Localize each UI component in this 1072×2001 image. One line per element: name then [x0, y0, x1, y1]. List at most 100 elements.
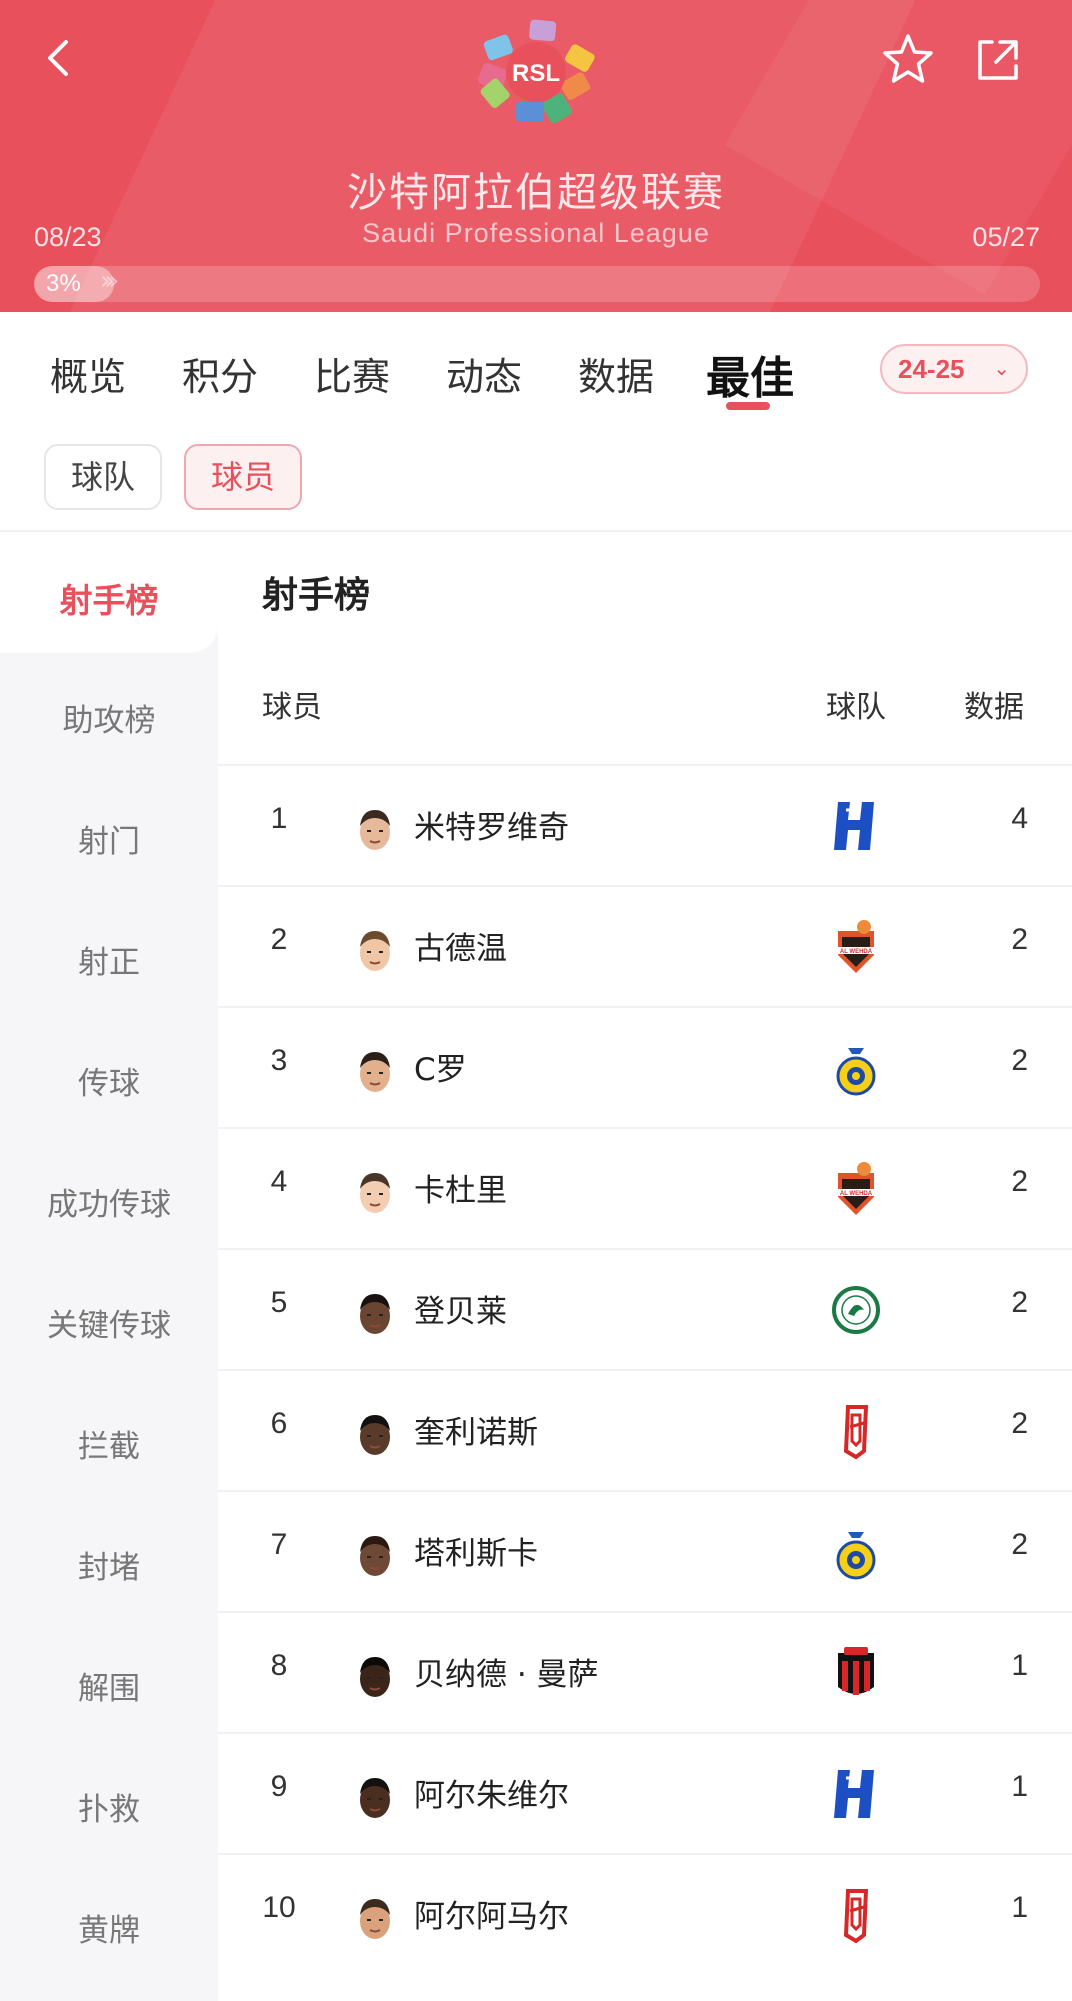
- sidebar-item-saves[interactable]: 扑救: [0, 1784, 218, 1829]
- player-rank: 5: [270, 1286, 288, 1319]
- league-title: 沙特阿拉伯超级联赛: [347, 170, 725, 216]
- league-subtitle: Saudi Professional League: [362, 218, 710, 248]
- table-row[interactable]: 2 古德温 AL WEHDA 2: [218, 885, 1072, 1006]
- player-avatar: [354, 1772, 396, 1822]
- stat-value: 2: [1011, 1286, 1028, 1319]
- sidebar-item-successful-passes[interactable]: 成功传球: [0, 1179, 218, 1224]
- team-badge-al-riyadh[interactable]: [830, 1643, 882, 1703]
- tab-standings[interactable]: 积分: [182, 346, 258, 401]
- team-badge-al-qadsiah[interactable]: [830, 1885, 882, 1945]
- stat-value: 1: [1011, 1891, 1028, 1924]
- column-header-player: 球员: [262, 690, 322, 725]
- player-name[interactable]: 塔利斯卡: [414, 1528, 538, 1573]
- stat-value: 1: [1011, 1770, 1028, 1803]
- sidebar-item-passes[interactable]: 传球: [0, 1058, 218, 1103]
- column-header-value: 数据: [964, 690, 1024, 725]
- svg-text:RSL: RSL: [512, 60, 560, 87]
- player-avatar: [354, 1409, 396, 1459]
- stat-value: 4: [1011, 802, 1028, 835]
- team-badge-al-nassr[interactable]: [830, 1522, 882, 1582]
- table-row[interactable]: 3 C罗 2: [218, 1006, 1072, 1127]
- player-avatar: [354, 1288, 396, 1338]
- league-header: RSL 沙特阿拉伯超级联赛 Saudi Professional League …: [0, 0, 1072, 312]
- player-name[interactable]: 阿尔朱维尔: [414, 1770, 569, 1815]
- stat-value: 1: [1011, 1649, 1028, 1682]
- sidebar-item-goals[interactable]: 射手榜: [0, 574, 218, 622]
- player-rank: 8: [270, 1649, 288, 1682]
- tab-matches[interactable]: 比赛: [314, 346, 390, 401]
- tab-stats[interactable]: 数据: [578, 346, 654, 401]
- player-name[interactable]: 古德温: [414, 923, 507, 968]
- section-title: 射手榜: [262, 575, 371, 616]
- player-avatar: [354, 1530, 396, 1580]
- season-end-date: 05/27: [972, 222, 1040, 252]
- player-name[interactable]: 卡杜里: [414, 1165, 507, 1210]
- team-badge-ettifaq[interactable]: [830, 1280, 882, 1340]
- season-selector[interactable]: 24-25 ⌄: [880, 344, 1028, 394]
- player-rank: 2: [270, 923, 288, 956]
- stat-value: 2: [1011, 1407, 1028, 1440]
- sidebar-item-shots[interactable]: 射门: [0, 816, 218, 861]
- player-avatar: [354, 1046, 396, 1096]
- tab-overview[interactable]: 概览: [50, 346, 126, 401]
- table-row[interactable]: 4 卡杜里 AL WEHDA 2: [218, 1127, 1072, 1248]
- stat-value: 2: [1011, 1165, 1028, 1198]
- team-badge-al-hilal[interactable]: [830, 796, 882, 856]
- subtab-player[interactable]: 球员: [184, 444, 302, 510]
- sidebar-item-shots-on-target[interactable]: 射正: [0, 937, 218, 982]
- player-rank: 3: [270, 1044, 288, 1077]
- team-badge-al-wehda[interactable]: AL WEHDA: [830, 917, 882, 977]
- player-name[interactable]: C罗: [414, 1044, 467, 1089]
- svg-text:AL WEHDA: AL WEHDA: [840, 949, 873, 955]
- table-row[interactable]: 1 米特罗维奇 4: [218, 764, 1072, 885]
- stat-value: 2: [1011, 1528, 1028, 1561]
- table-row[interactable]: 9 阿尔朱维尔 1: [218, 1732, 1072, 1853]
- team-badge-al-nassr[interactable]: [830, 1038, 882, 1098]
- sidebar-item-interceptions[interactable]: 拦截: [0, 1421, 218, 1466]
- svg-text:AL WEHDA: AL WEHDA: [840, 1191, 873, 1197]
- player-rank: 1: [270, 802, 288, 835]
- player-name[interactable]: 登贝莱: [414, 1286, 507, 1331]
- tab-best[interactable]: 最佳: [706, 342, 794, 406]
- share-icon[interactable]: [970, 32, 1026, 88]
- sidebar-item-blocks[interactable]: 封堵: [0, 1542, 218, 1587]
- sidebar-item-key-passes[interactable]: 关键传球: [0, 1300, 218, 1345]
- table-row[interactable]: 6 奎利诺斯 2: [218, 1369, 1072, 1490]
- stat-value: 2: [1011, 1044, 1028, 1077]
- table-row[interactable]: 7 塔利斯卡 2: [218, 1490, 1072, 1611]
- player-name[interactable]: 奎利诺斯: [414, 1407, 538, 1452]
- table-row[interactable]: 5 登贝莱 2: [218, 1248, 1072, 1369]
- player-name[interactable]: 米特罗维奇: [414, 802, 569, 847]
- progress-arrows-icon: ›››: [100, 266, 119, 296]
- subtab-team[interactable]: 球队: [44, 444, 162, 510]
- player-rank: 10: [262, 1891, 296, 1924]
- player-rank: 4: [270, 1165, 288, 1198]
- tab-news[interactable]: 动态: [446, 346, 522, 401]
- team-badge-al-hilal[interactable]: [830, 1764, 882, 1824]
- player-name[interactable]: 贝纳德 · 曼萨: [414, 1649, 599, 1694]
- stat-category-sidebar: [0, 532, 218, 2001]
- chevron-down-icon: ⌄: [993, 358, 1010, 380]
- season-label: 24-25: [898, 354, 965, 384]
- player-rank: 7: [270, 1528, 288, 1561]
- column-header-team: 球队: [826, 690, 886, 725]
- progress-label: 3%: [46, 270, 81, 297]
- season-start-date: 08/23: [34, 222, 102, 252]
- active-tab-indicator: [726, 402, 770, 410]
- sidebar-item-clearances[interactable]: 解围: [0, 1663, 218, 1708]
- season-progress-bar: 3% ›››: [34, 266, 1040, 302]
- chevron-left-icon[interactable]: [38, 36, 82, 80]
- table-row[interactable]: 10 阿尔阿马尔 1: [218, 1853, 1072, 1974]
- player-avatar: [354, 1651, 396, 1701]
- league-logo: RSL: [478, 19, 595, 124]
- table-row[interactable]: 8 贝纳德 · 曼萨 1: [218, 1611, 1072, 1732]
- sidebar-item-yellow-cards[interactable]: 黄牌: [0, 1905, 218, 1950]
- star-icon[interactable]: [878, 30, 938, 90]
- player-name[interactable]: 阿尔阿马尔: [414, 1891, 569, 1936]
- player-avatar: [354, 925, 396, 975]
- team-badge-al-qadsiah[interactable]: [830, 1401, 882, 1461]
- stat-value: 2: [1011, 923, 1028, 956]
- team-badge-al-wehda[interactable]: AL WEHDA: [830, 1159, 882, 1219]
- sidebar-item-assists[interactable]: 助攻榜: [0, 695, 218, 740]
- player-rank: 6: [270, 1407, 288, 1440]
